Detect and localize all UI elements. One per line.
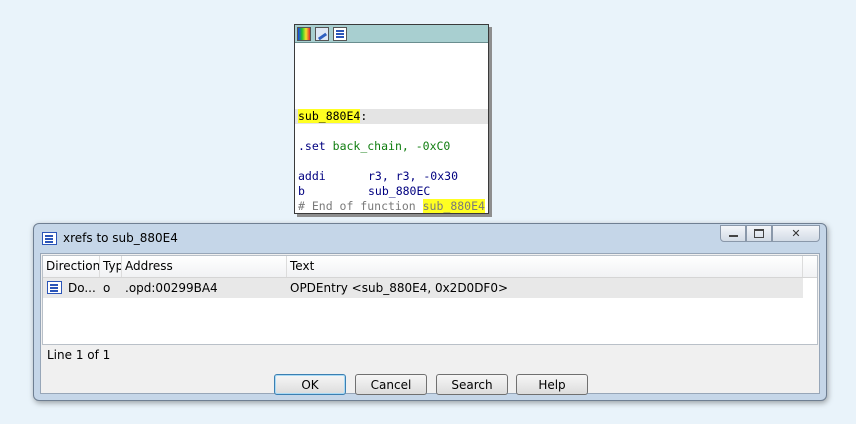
graph-edit-icon[interactable] — [315, 26, 329, 41]
close-icon: ✕ — [791, 227, 801, 240]
table-row[interactable]: Do... o .opd:00299BA4 OPDEntry <sub_880E… — [43, 278, 803, 298]
help-button[interactable]: Help — [516, 374, 588, 395]
cell-address: .opd:00299BA4 — [125, 281, 218, 295]
function-label-line[interactable]: sub_880E4: — [298, 109, 367, 124]
list-header: Direction Typ Address Text — [43, 256, 817, 278]
instruction-line[interactable]: addi r3, r3, -0x30 — [298, 169, 458, 184]
color-palette-icon[interactable] — [297, 26, 311, 41]
mnemonic: b — [298, 184, 305, 198]
branch-target[interactable]: sub_880EC — [368, 184, 430, 198]
comment-text: # End of function — [298, 199, 423, 213]
comment-function-name[interactable]: sub_880E4 — [422, 199, 485, 213]
xref-row-icon — [47, 281, 62, 294]
operands: r3, r3, -0x30 — [368, 169, 459, 183]
close-button[interactable]: ✕ — [772, 225, 820, 242]
cell-text: OPDEntry <sub_880E4, 0x2D0DF0> — [290, 281, 509, 295]
column-header-text[interactable]: Text — [287, 256, 803, 277]
node-toolbar — [295, 25, 488, 43]
cancel-button[interactable]: Cancel — [355, 374, 427, 395]
status-line: Line 1 of 1 — [47, 348, 111, 362]
xrefs-dialog: xrefs to sub_880E4 ✕ Direction Typ Addre… — [33, 223, 827, 401]
label-colon: : — [360, 109, 368, 123]
window-title: xrefs to sub_880E4 — [63, 231, 178, 245]
column-header-direction[interactable]: Direction — [43, 256, 100, 277]
title-bar[interactable]: xrefs to sub_880E4 ✕ — [34, 224, 826, 252]
mnemonic: addi — [298, 169, 326, 183]
ok-button[interactable]: OK — [274, 374, 346, 395]
directive-line[interactable]: .set back_chain, -0xC0 — [298, 139, 450, 154]
function-label-name[interactable]: sub_880E4 — [298, 109, 361, 123]
end-of-function-comment: # End of function sub_880E4 — [298, 199, 485, 214]
cell-type: o — [103, 281, 111, 295]
cell-direction: Do... — [68, 281, 96, 295]
instruction-line[interactable]: b sub_880EC — [298, 184, 430, 199]
graph-node: sub_880E4: .set back_chain, -0xC0 addi r3… — [294, 24, 489, 214]
minimize-button[interactable] — [720, 225, 746, 242]
column-header-type[interactable]: Typ — [100, 256, 122, 277]
column-header-address[interactable]: Address — [122, 256, 287, 277]
dialog-client-area: Direction Typ Address Text Do... o .opd:… — [40, 253, 820, 395]
directive-keyword: .set — [298, 139, 326, 153]
xrefs-window-icon[interactable] — [42, 232, 57, 245]
maximize-button[interactable] — [746, 225, 772, 242]
search-button[interactable]: Search — [436, 374, 508, 395]
maximize-icon — [754, 229, 764, 238]
xrefs-list[interactable]: Direction Typ Address Text Do... o .opd:… — [42, 255, 818, 345]
minimize-icon — [728, 235, 738, 237]
xrefs-icon[interactable] — [333, 26, 347, 41]
directive-args: back_chain, -0xC0 — [332, 139, 451, 153]
